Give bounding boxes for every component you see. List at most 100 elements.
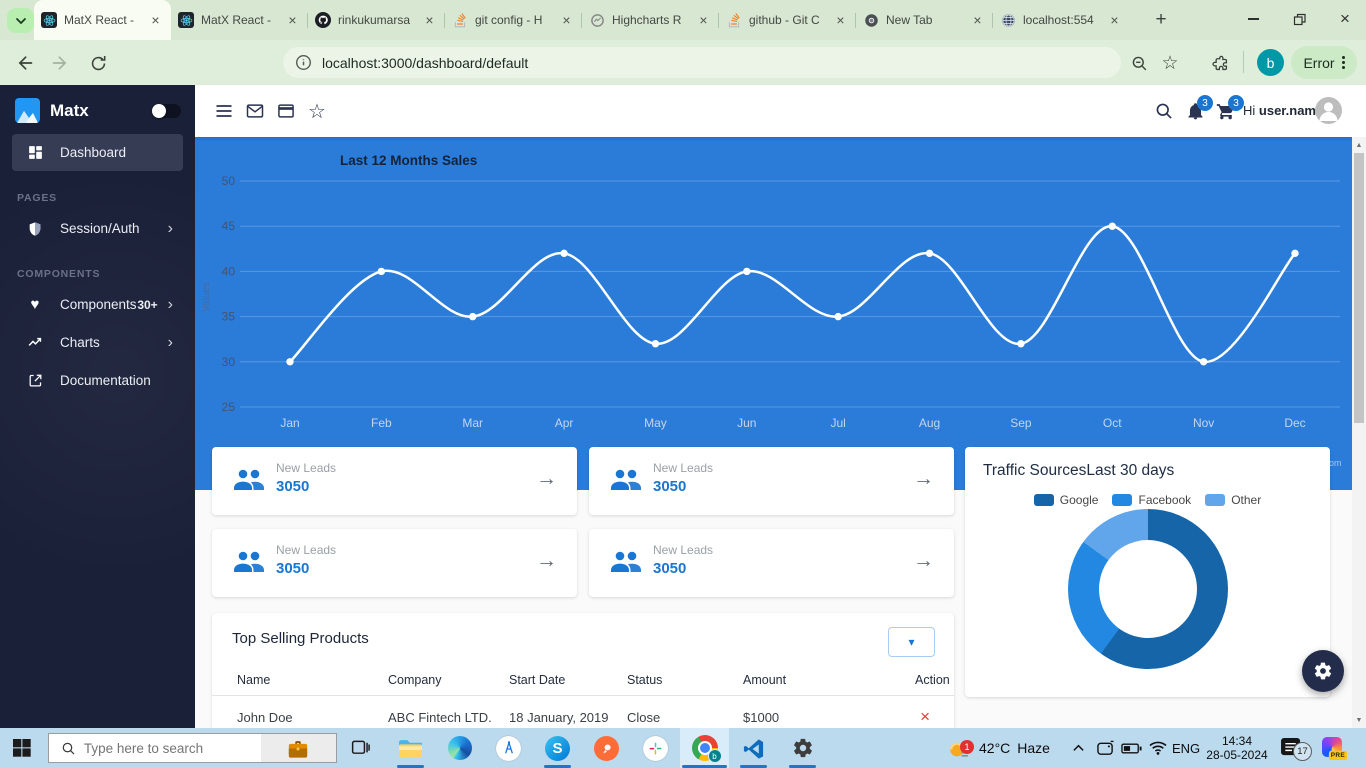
weather-widget[interactable]: 1 42°C Haze: [946, 728, 1050, 768]
web-asset-icon[interactable]: [275, 100, 297, 122]
screen-cast-icon[interactable]: [1096, 728, 1115, 768]
notifications-bell-icon[interactable]: 3: [1184, 100, 1206, 122]
menu-hamburger-icon[interactable]: [213, 100, 235, 122]
table-row[interactable]: John Doe ABC Fintech LTD. 18 January, 20…: [212, 697, 954, 728]
browser-tab-7[interactable]: localhost:554×: [993, 0, 1130, 40]
window-restore-button[interactable]: [1277, 0, 1321, 38]
battery-icon[interactable]: [1121, 728, 1143, 768]
taskbar-file-explorer-icon[interactable]: [386, 728, 435, 768]
taskbar-slack-icon[interactable]: [631, 728, 680, 768]
lead-card-value: 3050: [653, 478, 713, 495]
new-leads-card-2[interactable]: New Leads 3050 →: [212, 529, 577, 597]
new-leads-card-3[interactable]: New Leads 3050 →: [589, 529, 954, 597]
y-tick-label: 40: [222, 264, 236, 278]
sidebar-item-dashboard[interactable]: Dashboard: [12, 134, 183, 171]
clock-widget[interactable]: 14:34 28-05-2024: [1204, 734, 1270, 762]
search-highlight-briefcase-icon[interactable]: [261, 734, 336, 762]
forward-button[interactable]: [49, 51, 73, 75]
tray-expand-button[interactable]: [1072, 728, 1085, 768]
page-scrollbar[interactable]: ▲ ▼: [1352, 137, 1366, 728]
arrow-right-icon[interactable]: →: [913, 467, 934, 491]
tab-close-icon[interactable]: ×: [832, 12, 849, 29]
tab-search-button[interactable]: [7, 8, 34, 33]
copilot-icon[interactable]: PRE: [1322, 737, 1342, 757]
sidebar-item-session-auth[interactable]: Session/Auth›: [12, 210, 183, 247]
start-button[interactable]: [13, 739, 31, 757]
star-icon[interactable]: ☆: [306, 100, 328, 122]
taskbar-edge-icon[interactable]: [435, 728, 484, 768]
taskbar-vscode-icon[interactable]: [729, 728, 778, 768]
search-input[interactable]: [84, 741, 261, 756]
tab-close-icon[interactable]: ×: [284, 12, 301, 29]
sidebar-item-charts[interactable]: Charts›: [12, 324, 183, 361]
shield-icon: [25, 221, 45, 237]
language-indicator[interactable]: ENG: [1172, 728, 1200, 768]
browser-tab-0[interactable]: MatX React -×: [34, 0, 171, 40]
sidebar-mode-toggle[interactable]: [154, 104, 181, 118]
zoom-level-icon[interactable]: [1126, 50, 1152, 76]
arrow-right-icon[interactable]: →: [536, 467, 557, 491]
scroll-down-icon[interactable]: ▼: [1352, 713, 1366, 727]
reload-button[interactable]: [86, 51, 110, 75]
tab-close-icon[interactable]: ×: [1106, 12, 1123, 29]
chart-watermark: om: [1329, 458, 1342, 468]
browser-profile-avatar[interactable]: b: [1257, 49, 1284, 76]
data-point: [652, 340, 659, 347]
browser-tab-2[interactable]: rinkukumarsa×: [308, 0, 445, 40]
browser-tab-3[interactable]: git config - H×: [445, 0, 582, 40]
window-minimize-button[interactable]: [1231, 0, 1275, 38]
x-tick-label: Mar: [462, 416, 483, 430]
legend-label: Other: [1231, 493, 1261, 507]
taskbar-skype-icon[interactable]: S: [533, 728, 582, 768]
taskbar-dev-compass-icon[interactable]: [484, 728, 533, 768]
tab-close-icon[interactable]: ×: [969, 12, 986, 29]
search-icon[interactable]: [1153, 100, 1175, 122]
sidebar-item-components[interactable]: ♥Components30+›: [12, 286, 183, 323]
site-info-icon[interactable]: [295, 54, 312, 71]
taskbar-postman-icon[interactable]: [582, 728, 631, 768]
table-header-row: NameCompanyStart DateStatusAmountAction: [212, 666, 954, 694]
new-leads-card-0[interactable]: New Leads 3050 →: [212, 447, 577, 515]
bookmark-star-icon[interactable]: ☆: [1157, 50, 1183, 76]
table-filter-dropdown[interactable]: ▾: [888, 627, 935, 657]
wifi-icon[interactable]: [1148, 728, 1168, 768]
arrow-right-icon[interactable]: →: [913, 549, 934, 573]
new-leads-card-1[interactable]: New Leads 3050 →: [589, 447, 954, 515]
taskbar-search-box[interactable]: [48, 733, 337, 763]
legend-item-google[interactable]: Google: [1034, 493, 1099, 507]
tab-close-icon[interactable]: ×: [421, 12, 438, 29]
arrow-right-icon[interactable]: →: [536, 549, 557, 573]
settings-fab[interactable]: [1302, 650, 1344, 692]
sidebar-item-documentation[interactable]: Documentation: [12, 362, 183, 399]
legend-item-other[interactable]: Other: [1205, 493, 1261, 507]
task-view-button[interactable]: [350, 737, 371, 758]
sidebar-nav: DashboardPAGESSession/Auth›COMPONENTS♥Co…: [0, 134, 195, 399]
window-close-button[interactable]: ×: [1323, 0, 1366, 38]
extensions-icon[interactable]: [1207, 50, 1233, 76]
browser-tab-5[interactable]: github - Git C×: [719, 0, 856, 40]
taskbar-settings-icon[interactable]: [778, 728, 827, 768]
browser-tab-4[interactable]: Highcharts R×: [582, 0, 719, 40]
windows-logo-icon: [13, 739, 31, 757]
browser-tab-1[interactable]: MatX React -×: [171, 0, 308, 40]
cart-icon[interactable]: 3: [1215, 100, 1237, 122]
mail-icon[interactable]: [244, 100, 266, 122]
new-tab-button[interactable]: +: [1148, 7, 1174, 33]
sidebar: Matx DashboardPAGESSession/Auth›COMPONEN…: [0, 85, 195, 728]
back-button[interactable]: [12, 51, 36, 75]
scroll-up-icon[interactable]: ▲: [1352, 138, 1366, 152]
user-avatar[interactable]: [1315, 97, 1342, 124]
column-header-name: Name: [237, 673, 388, 687]
browser-tab-strip: MatX React -×MatX React -×rinkukumarsa×g…: [0, 0, 1366, 40]
scrollbar-thumb[interactable]: [1354, 153, 1364, 423]
browser-menu-button[interactable]: Error: [1291, 46, 1357, 79]
tab-close-icon[interactable]: ×: [147, 12, 164, 29]
taskbar-chrome-icon[interactable]: b: [680, 728, 729, 768]
tab-close-icon[interactable]: ×: [695, 12, 712, 29]
chevron-up-icon: [1072, 742, 1085, 755]
legend-item-facebook[interactable]: Facebook: [1112, 493, 1191, 507]
browser-tab-6[interactable]: New Tab×: [856, 0, 993, 40]
delete-x-icon[interactable]: ×: [920, 707, 930, 726]
address-bar[interactable]: localhost:3000/dashboard/default: [283, 47, 1121, 78]
tab-close-icon[interactable]: ×: [558, 12, 575, 29]
